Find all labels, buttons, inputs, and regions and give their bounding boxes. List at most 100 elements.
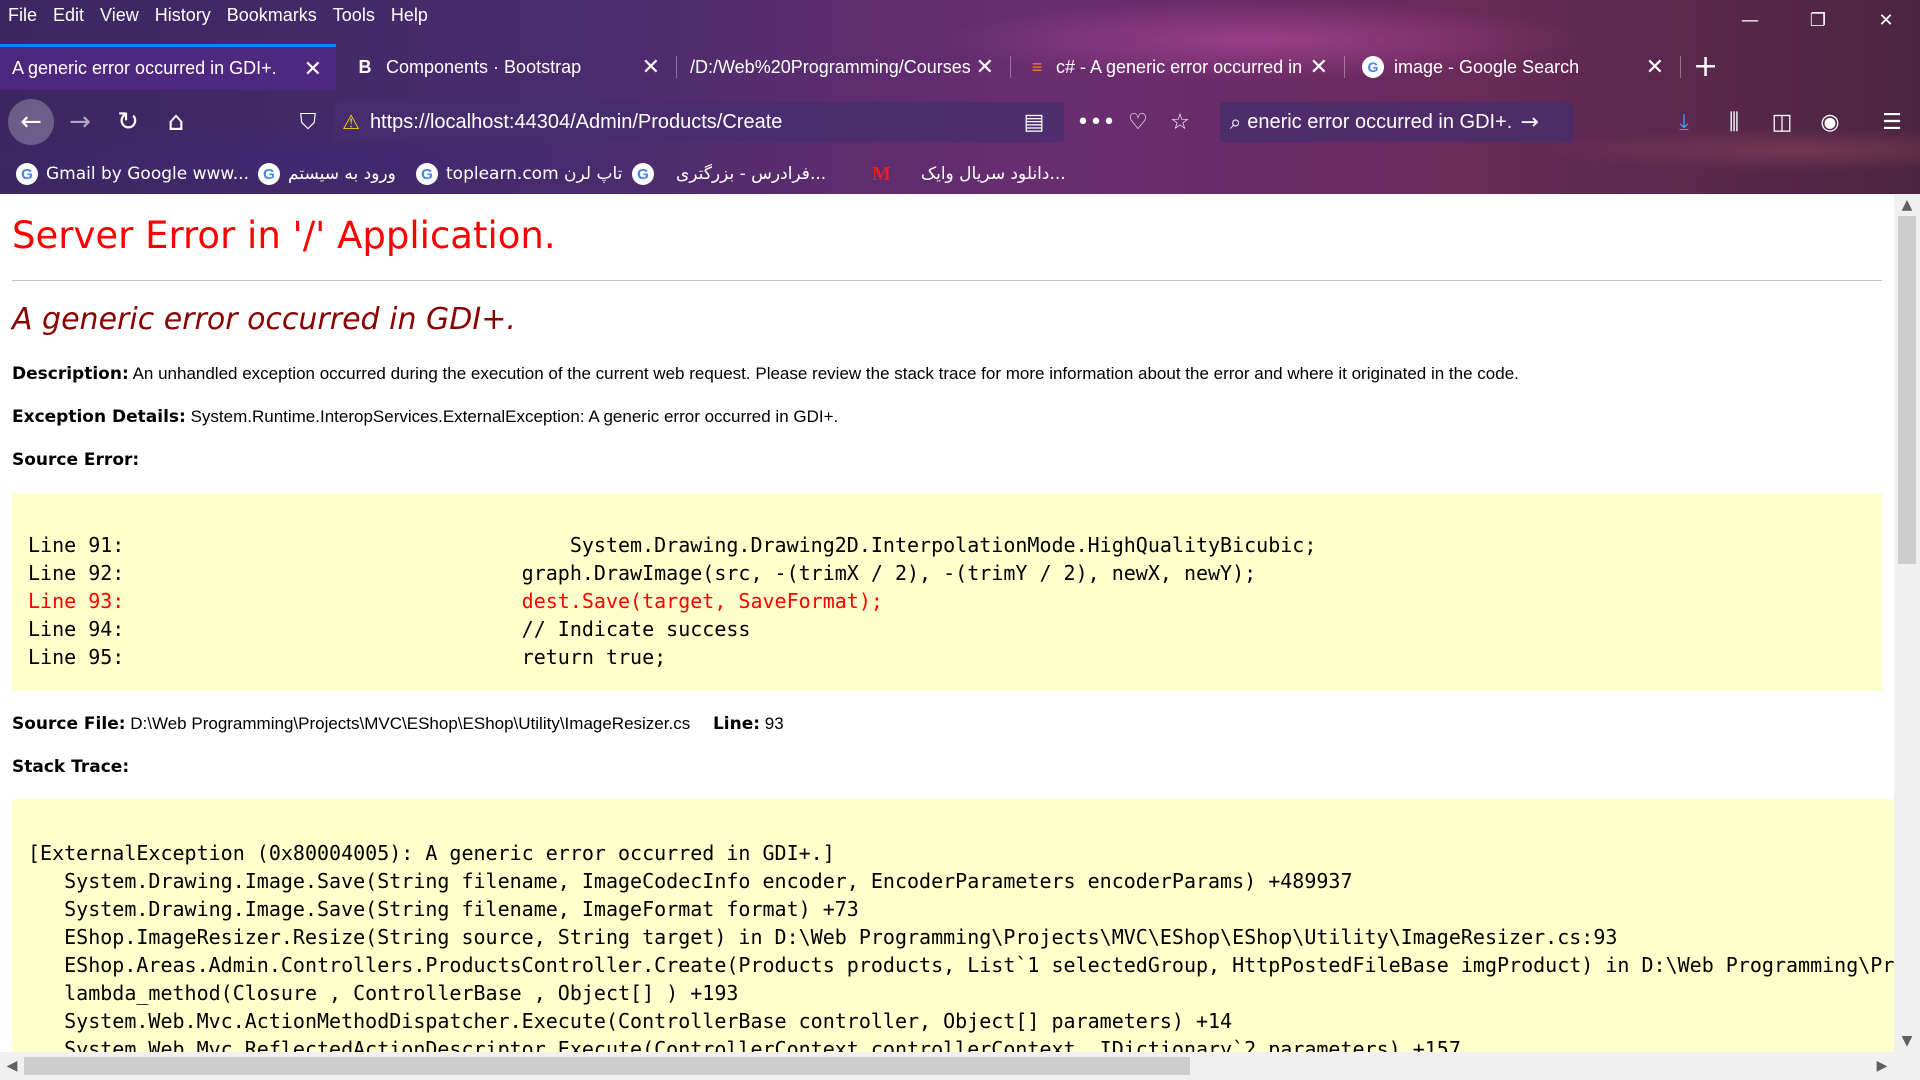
scroll-up-icon[interactable]: ▲: [1894, 194, 1920, 216]
url-bar[interactable]: ⚠ https://localhost:44304/Admin/Products…: [334, 102, 1064, 142]
search-bar[interactable]: ⌕ eneric error occurred in GDI+. →: [1220, 102, 1574, 142]
horizontal-scrollbar[interactable]: ◀ ▶: [0, 1052, 1894, 1080]
tab-close-icon[interactable]: ✕: [976, 56, 994, 78]
bookmark-faradars[interactable]: G فرادرس - بزرگتری...: [632, 156, 826, 192]
stack-line: [ExternalException (0x80004005): A gener…: [28, 841, 835, 865]
minimize-button[interactable]: —: [1716, 0, 1784, 40]
bookmark-login[interactable]: G ورود به سیستم: [258, 156, 396, 192]
tab-separator: [1010, 56, 1011, 78]
menu-tools[interactable]: Tools: [325, 5, 383, 26]
source-error-label: Source Error:: [12, 450, 140, 470]
tab-close-icon[interactable]: ✕: [1310, 56, 1328, 78]
tab-close-icon[interactable]: ✕: [1646, 56, 1664, 78]
menu-edit[interactable]: Edit: [45, 5, 92, 26]
horizontal-scroll-thumb[interactable]: [24, 1057, 1190, 1075]
source-file-path: D:\Web Programming\Projects\MVC\EShop\ES…: [130, 714, 691, 733]
reload-button[interactable]: ↻: [106, 100, 150, 144]
stack-line: lambda_method(Closure , ControllerBase ,…: [28, 981, 739, 1005]
google-icon: G: [632, 163, 654, 185]
bookmark-gmail[interactable]: G Gmail by Google www...: [16, 156, 249, 192]
google-icon: G: [16, 163, 38, 185]
hamburger-menu-icon[interactable]: ☰: [1874, 102, 1910, 142]
bookmark-star-icon[interactable]: ☆: [1162, 102, 1198, 142]
stack-trace-heading: Stack Trace:: [12, 757, 129, 777]
scroll-down-icon[interactable]: ▼: [1894, 1030, 1920, 1052]
tab-gdi-error[interactable]: A generic error occurred in GDI+. ✕: [0, 44, 336, 90]
page-viewport: Server Error in '/' Application. A gener…: [0, 194, 1894, 1052]
account-icon[interactable]: ◉: [1812, 102, 1848, 142]
home-button[interactable]: ⌂: [154, 100, 198, 144]
menu-bookmarks[interactable]: Bookmarks: [219, 5, 325, 26]
back-button[interactable]: ←: [8, 99, 54, 145]
source-line: Line 91: System.Drawing.Drawing2D.Interp…: [28, 533, 1317, 557]
stack-line: System.Web.Mvc.ActionMethodDispatcher.Ex…: [28, 1009, 1233, 1033]
menu-view[interactable]: View: [92, 5, 147, 26]
scroll-left-icon[interactable]: ◀: [0, 1052, 24, 1080]
vertical-scroll-thumb[interactable]: [1898, 216, 1916, 564]
url-text[interactable]: https://localhost:44304/Admin/Products/C…: [370, 111, 782, 134]
tab-title: image - Google Search: [1394, 56, 1580, 77]
source-line: Line 95: return true;: [28, 645, 667, 669]
source-error-heading: Source Error:: [12, 450, 139, 470]
stackoverflow-icon: ≡: [1031, 56, 1043, 77]
forward-button[interactable]: →: [58, 100, 102, 144]
vertical-scrollbar[interactable]: ▲ ▼: [1894, 194, 1920, 1052]
tab-bootstrap[interactable]: B Components · Bootstrap ✕: [342, 44, 674, 90]
google-icon: G: [258, 163, 280, 185]
menu-history[interactable]: History: [147, 5, 219, 26]
divider: [12, 280, 1882, 281]
bookmarks-toolbar: G Gmail by Google www... G ورود به سیستم…: [0, 156, 1920, 192]
tab-strip: A generic error occurred in GDI+. ✕ B Co…: [0, 44, 1920, 90]
bookmark-label: toplearn.com تاپ لرن: [446, 164, 623, 184]
search-go-icon[interactable]: →: [1520, 110, 1538, 135]
bookmark-toplearn[interactable]: G toplearn.com تاپ لرن: [416, 156, 622, 192]
bookmark-series-download[interactable]: M دانلود سریال وایک...: [872, 156, 1066, 192]
insecure-warning-icon[interactable]: ⚠: [342, 110, 360, 134]
tab-title: A generic error occurred in GDI+.: [12, 58, 277, 78]
tab-google-search[interactable]: G image - Google Search ✕: [1346, 44, 1678, 90]
tab-local-file[interactable]: /D:/Web%20Programming/Courses ✕: [678, 44, 1008, 90]
bookmark-label: ورود به سیستم: [288, 164, 396, 184]
source-line-error: Line 93: dest.Save(target, SaveFormat);: [28, 589, 883, 613]
reader-view-icon[interactable]: ▤: [1016, 102, 1052, 142]
stack-trace-label: Stack Trace:: [12, 757, 130, 777]
exception-text: System.Runtime.InteropServices.ExternalE…: [190, 407, 839, 426]
bootstrap-icon: B: [358, 56, 372, 77]
google-icon: G: [416, 163, 438, 185]
stack-trace-block: [ExternalException (0x80004005): A gener…: [12, 799, 1894, 1052]
tab-separator: [676, 56, 677, 78]
bookmark-label: دانلود سریال وایک...: [920, 164, 1066, 184]
page-actions-icon[interactable]: •••: [1077, 102, 1116, 142]
menu-file[interactable]: File: [0, 5, 45, 26]
tab-close-icon[interactable]: ✕: [304, 57, 322, 80]
stack-line: System.Drawing.Image.Save(String filenam…: [28, 897, 859, 921]
new-tab-button[interactable]: +: [1693, 44, 1718, 90]
page-title: Server Error in '/' Application.: [12, 214, 556, 257]
scroll-right-icon[interactable]: ▶: [1870, 1052, 1894, 1080]
close-window-button[interactable]: ✕: [1852, 0, 1920, 40]
description-text: An unhandled exception occurred during t…: [132, 364, 1519, 383]
tab-separator: [1344, 56, 1345, 78]
library-icon[interactable]: ⫼: [1716, 102, 1752, 142]
tab-close-icon[interactable]: ✕: [642, 56, 660, 78]
downloads-icon[interactable]: ⤓: [1666, 102, 1702, 142]
menu-help[interactable]: Help: [383, 5, 436, 26]
reload-icon: ↻: [117, 107, 139, 137]
bookmark-label: Gmail by Google www...: [46, 164, 249, 184]
navigation-toolbar: ← → ↻ ⌂ ⛉ ⚠ https://localhost:44304/Admi…: [0, 98, 1920, 146]
restore-button[interactable]: ❐: [1784, 0, 1852, 40]
pocket-icon[interactable]: ♡: [1120, 102, 1156, 142]
google-icon: G: [1362, 56, 1384, 78]
search-input[interactable]: eneric error occurred in GDI+.: [1247, 111, 1512, 134]
exception-details: Exception Details: System.Runtime.Intero…: [12, 407, 838, 427]
tab-stackoverflow[interactable]: ≡ c# - A generic error occurred in ✕: [1012, 44, 1342, 90]
source-line: Line 92: graph.DrawImage(src, -(trimX / …: [28, 561, 1257, 585]
bookmark-label: فرادرس - بزرگتری...: [676, 164, 827, 184]
tracking-protection-icon[interactable]: ⛉: [290, 102, 326, 142]
sidebar-icon[interactable]: ◫: [1764, 102, 1800, 142]
stack-line: EShop.Areas.Admin.Controllers.ProductsCo…: [28, 953, 1894, 977]
error-heading: A generic error occurred in GDI+.: [12, 302, 516, 337]
line-label: Line:: [712, 714, 761, 734]
menu-bar: File Edit View History Bookmarks Tools H…: [0, 0, 436, 30]
description-label: Description:: [12, 364, 129, 384]
